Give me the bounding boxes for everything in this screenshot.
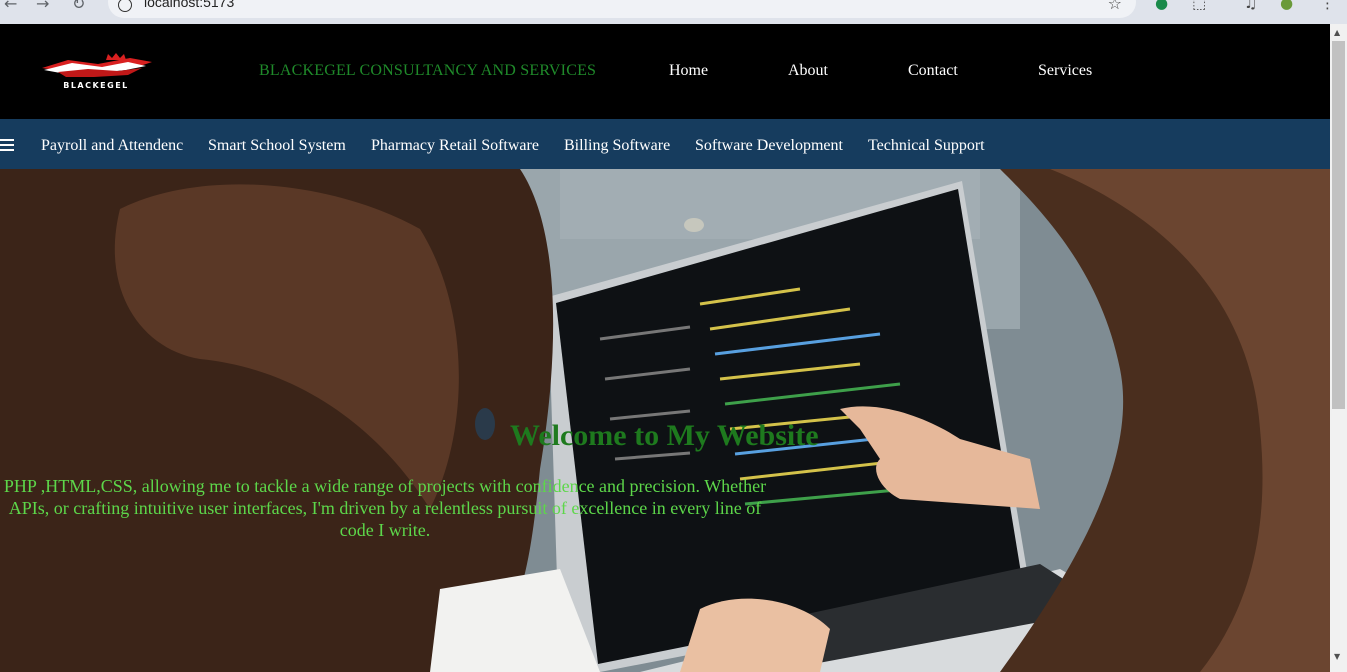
menu-item-software-dev[interactable]: Software Development bbox=[695, 137, 843, 155]
page-scrollbar[interactable]: ▲ ▼ bbox=[1330, 24, 1347, 672]
scroll-up-icon[interactable]: ▲ bbox=[1334, 28, 1340, 37]
svg-text:BLACKEGEL: BLACKEGEL bbox=[63, 81, 129, 90]
share-icon[interactable]: ⬚ bbox=[1192, 0, 1206, 12]
site-header: BLACKEGEL BLACKEGEL CONSULTANCY AND SERV… bbox=[0, 24, 1330, 119]
menu-item-smart-school[interactable]: Smart School System bbox=[208, 137, 346, 155]
menu-item-payroll[interactable]: Payroll and Attendenc bbox=[41, 137, 183, 155]
site-info-icon[interactable] bbox=[118, 0, 132, 12]
hero-line-3: code I write. bbox=[339, 520, 431, 540]
extension-icon[interactable]: ● bbox=[1155, 0, 1168, 12]
media-icon[interactable]: ♫ bbox=[1244, 0, 1257, 12]
blackegel-logo[interactable]: BLACKEGEL bbox=[38, 50, 156, 90]
forward-icon[interactable]: → bbox=[36, 0, 49, 13]
profile-avatar-icon[interactable]: ● bbox=[1280, 0, 1293, 12]
reload-icon[interactable]: ↻ bbox=[72, 0, 85, 13]
hero-description: PHP ,HTML,CSS, allowing me to tackle a w… bbox=[0, 475, 1000, 541]
menu-item-pharmacy[interactable]: Pharmacy Retail Software bbox=[371, 137, 539, 155]
menu-dots-icon[interactable]: ⋮ bbox=[1320, 0, 1335, 12]
menu-item-billing[interactable]: Billing Software bbox=[564, 137, 670, 155]
hero-line-2: APIs, or crafting intuitive user interfa… bbox=[8, 498, 762, 518]
url-text: localhost:5173 bbox=[144, 0, 235, 10]
nav-home-link[interactable]: Home bbox=[669, 62, 708, 80]
scroll-down-icon[interactable]: ▼ bbox=[1334, 652, 1340, 661]
brand-name: BLACKEGEL CONSULTANCY AND SERVICES bbox=[259, 62, 597, 79]
nav-about-link[interactable]: About bbox=[788, 62, 828, 80]
nav-services-link[interactable]: Services bbox=[1038, 62, 1092, 80]
services-menu-bar: Payroll and Attendenc Smart School Syste… bbox=[0, 119, 1330, 169]
hero-line-1: PHP ,HTML,CSS, allowing me to tackle a w… bbox=[3, 476, 767, 496]
hero-title: Welcome to My Website bbox=[510, 419, 819, 452]
bookmark-star-icon[interactable]: ☆ bbox=[1108, 0, 1122, 13]
address-bar[interactable]: localhost:5173 ☆ bbox=[108, 0, 1136, 18]
browser-toolbar: ← → ↻ localhost:5173 ☆ ● ⬚ ♫ ● ⋮ bbox=[0, 0, 1347, 24]
hamburger-menu-icon[interactable] bbox=[0, 139, 14, 151]
nav-contact-link[interactable]: Contact bbox=[908, 62, 958, 80]
menu-item-tech-support[interactable]: Technical Support bbox=[868, 137, 985, 155]
scrollbar-thumb[interactable] bbox=[1332, 41, 1345, 409]
back-icon[interactable]: ← bbox=[4, 0, 17, 13]
hero-section: Welcome to My Website PHP ,HTML,CSS, all… bbox=[0, 169, 1330, 672]
